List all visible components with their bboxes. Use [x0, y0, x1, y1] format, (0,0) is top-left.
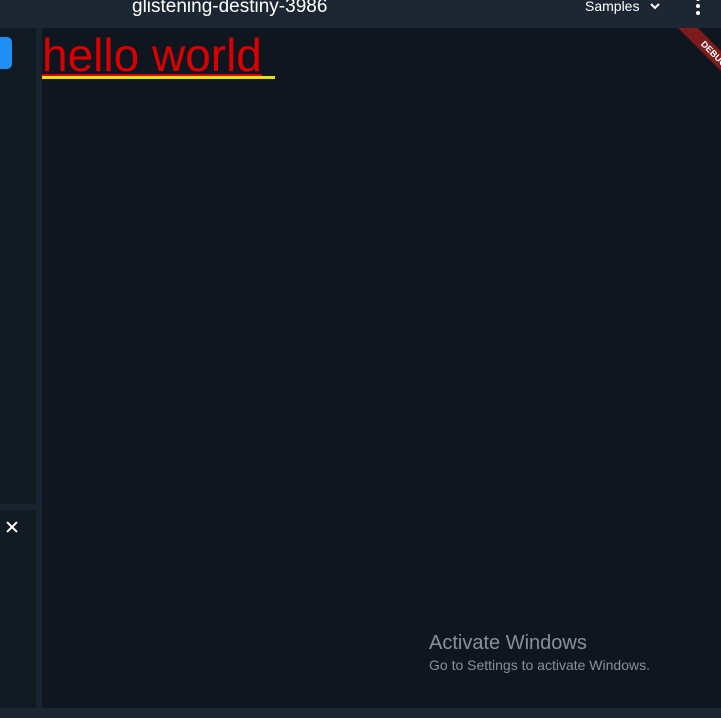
activate-windows-watermark: Activate Windows Go to Settings to activ… — [429, 632, 650, 674]
editor-panel — [0, 28, 36, 504]
debug-label: DEBUG — [669, 28, 721, 99]
editor-tab-handle[interactable] — [0, 37, 12, 69]
app-preview — [42, 28, 721, 708]
samples-dropdown[interactable]: Samples — [585, 0, 661, 15]
close-icon[interactable] — [6, 521, 18, 533]
more-vert-icon[interactable] — [690, 0, 706, 16]
watermark-subtitle: Go to Settings to activate Windows. — [429, 657, 650, 673]
samples-label: Samples — [585, 0, 640, 14]
app-title: glistening-destiny-3986 — [132, 0, 328, 17]
top-app-bar: glistening-destiny-3986 Samples — [0, 0, 721, 28]
watermark-title: Activate Windows — [429, 632, 587, 654]
debug-banner: DEBUG — [620, 28, 721, 118]
console-panel — [0, 510, 36, 708]
chevron-down-icon — [650, 3, 661, 10]
text-double-underline — [42, 76, 275, 79]
bottom-status-bar — [0, 708, 721, 718]
hello-world-text: hello world — [42, 29, 262, 81]
